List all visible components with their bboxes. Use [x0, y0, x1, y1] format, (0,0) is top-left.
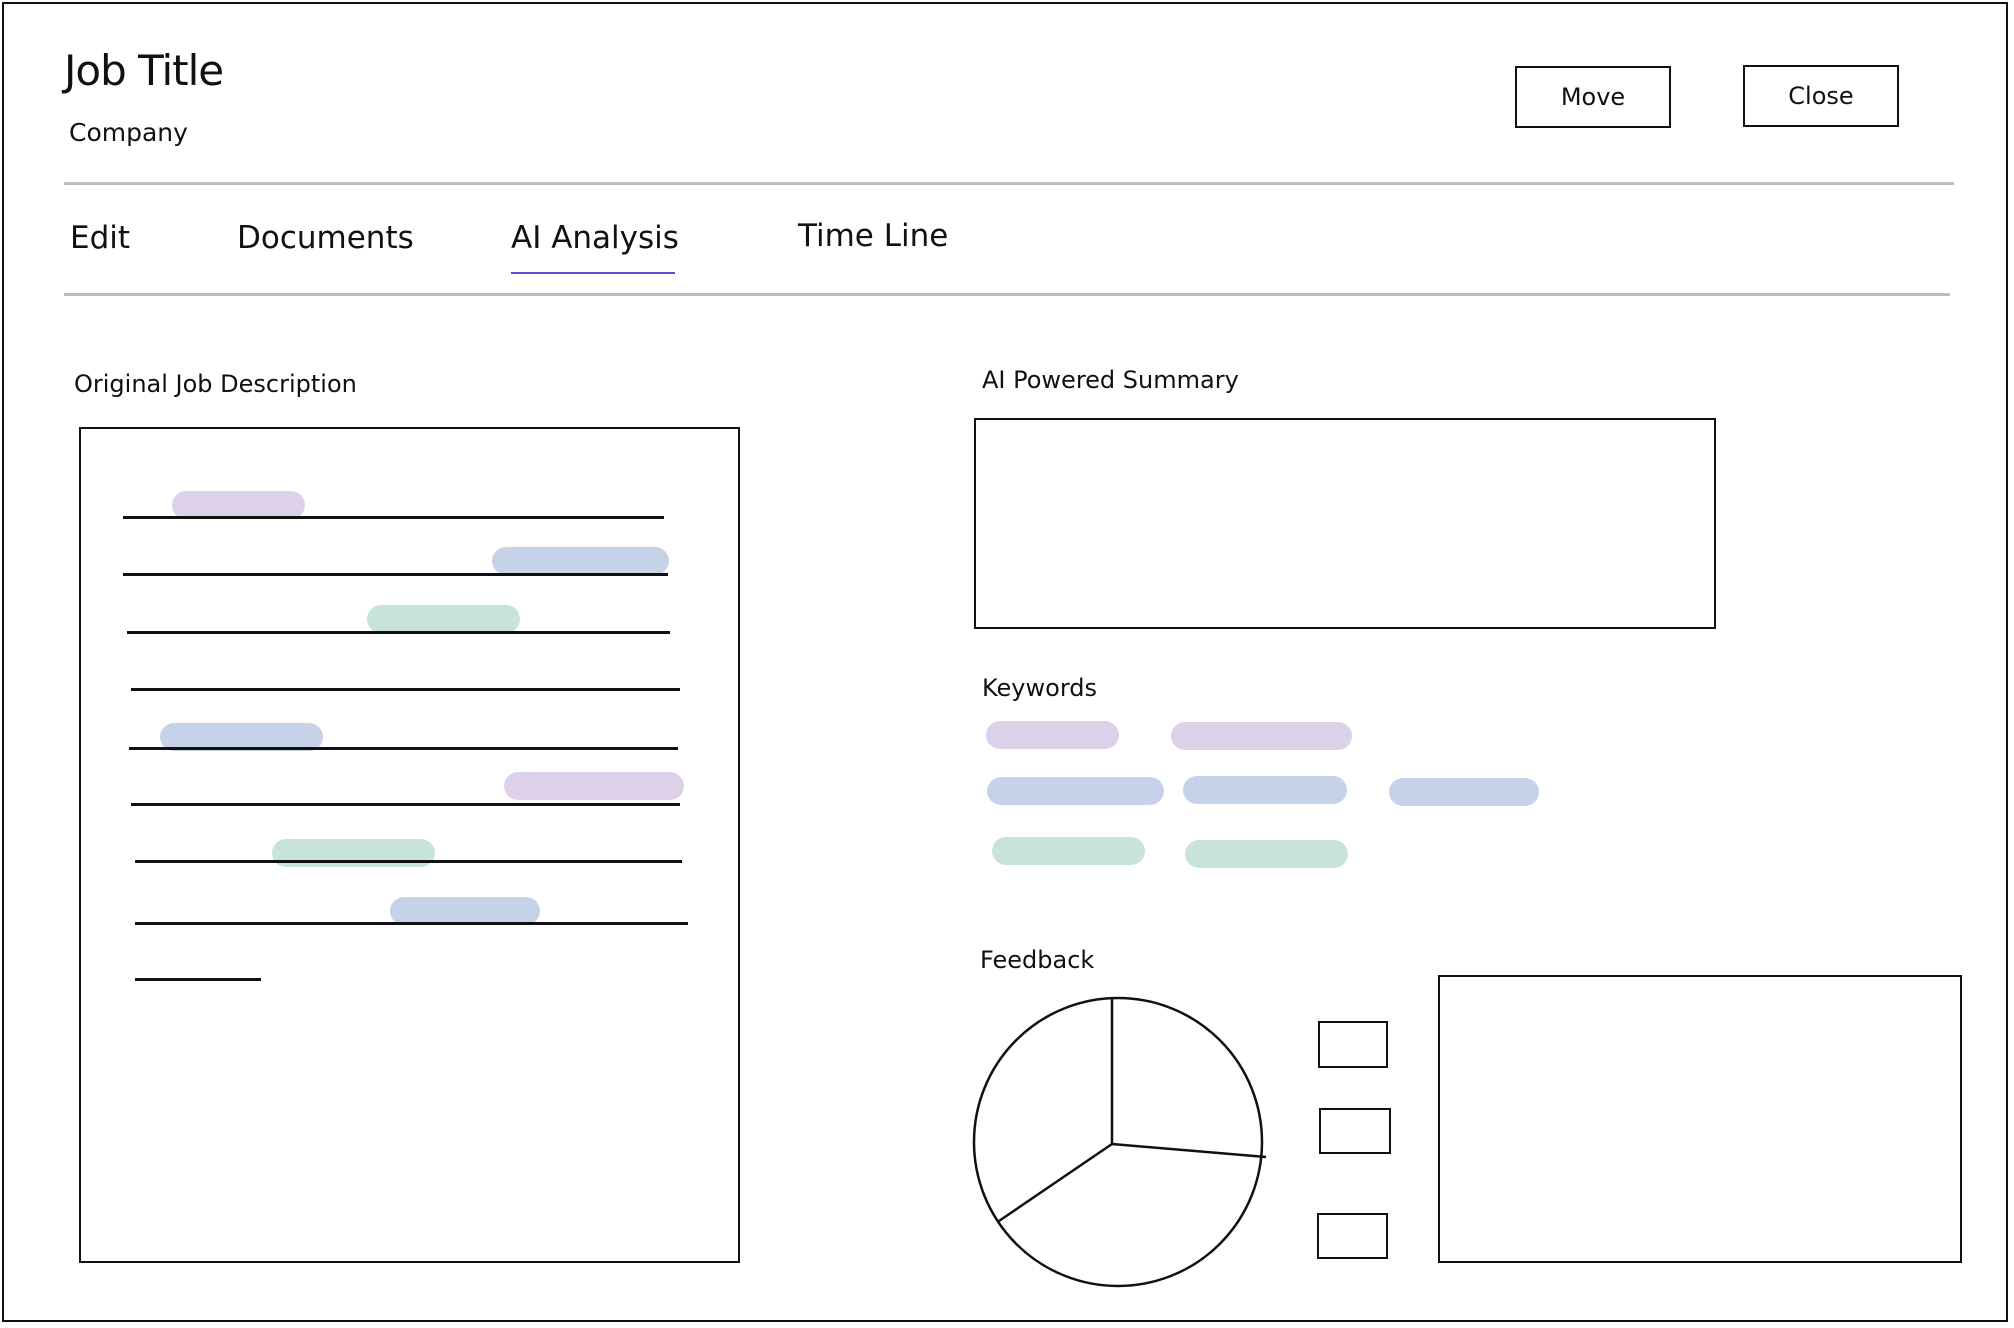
- tab-edit[interactable]: Edit: [70, 220, 130, 256]
- legend-swatch: [1318, 1021, 1388, 1068]
- company-name: Company: [69, 118, 188, 147]
- keyword-chip[interactable]: [1171, 722, 1352, 750]
- text-line: [135, 860, 682, 863]
- feedback-details-box[interactable]: [1438, 975, 1962, 1263]
- text-line: [131, 803, 680, 806]
- keyword-chip[interactable]: [1389, 778, 1539, 806]
- text-line: [123, 573, 668, 576]
- job-title: Job Title: [64, 46, 224, 95]
- keyword-chip[interactable]: [992, 837, 1145, 865]
- text-line: [135, 922, 688, 925]
- text-line: [129, 747, 678, 750]
- legend-swatch: [1319, 1108, 1391, 1154]
- highlight-blue: [390, 897, 540, 925]
- highlight-blue: [492, 547, 669, 575]
- text-line: [135, 978, 261, 981]
- tabs-divider: [64, 293, 1950, 296]
- text-line: [127, 631, 670, 634]
- highlight-purple: [172, 491, 305, 519]
- tab-ai-analysis[interactable]: AI Analysis: [511, 220, 679, 256]
- tab-documents[interactable]: Documents: [237, 220, 414, 256]
- feedback-pie-chart: [972, 996, 1267, 1288]
- highlight-green: [272, 839, 435, 867]
- ai-summary-box[interactable]: [974, 418, 1716, 629]
- keyword-chip[interactable]: [1185, 840, 1348, 868]
- highlight-green: [367, 605, 520, 633]
- keywords-label: Keywords: [982, 674, 1098, 702]
- original-description-label: Original Job Description: [74, 370, 357, 398]
- legend-swatch: [1317, 1213, 1388, 1259]
- pie-outline: [972, 996, 1264, 1288]
- close-button[interactable]: Close: [1743, 65, 1899, 127]
- text-line: [123, 516, 664, 519]
- move-button[interactable]: Move: [1515, 66, 1671, 128]
- highlight-purple: [504, 772, 684, 800]
- original-description-panel[interactable]: [79, 427, 740, 1263]
- keyword-chip[interactable]: [1183, 776, 1347, 804]
- text-line: [131, 688, 680, 691]
- header-divider: [64, 182, 1954, 185]
- feedback-label: Feedback: [980, 946, 1095, 974]
- active-tab-indicator: [511, 272, 675, 274]
- ai-summary-label: AI Powered Summary: [982, 366, 1239, 394]
- keyword-chip[interactable]: [987, 777, 1164, 805]
- keyword-chip[interactable]: [986, 721, 1119, 749]
- tab-time-line[interactable]: Time Line: [798, 218, 948, 254]
